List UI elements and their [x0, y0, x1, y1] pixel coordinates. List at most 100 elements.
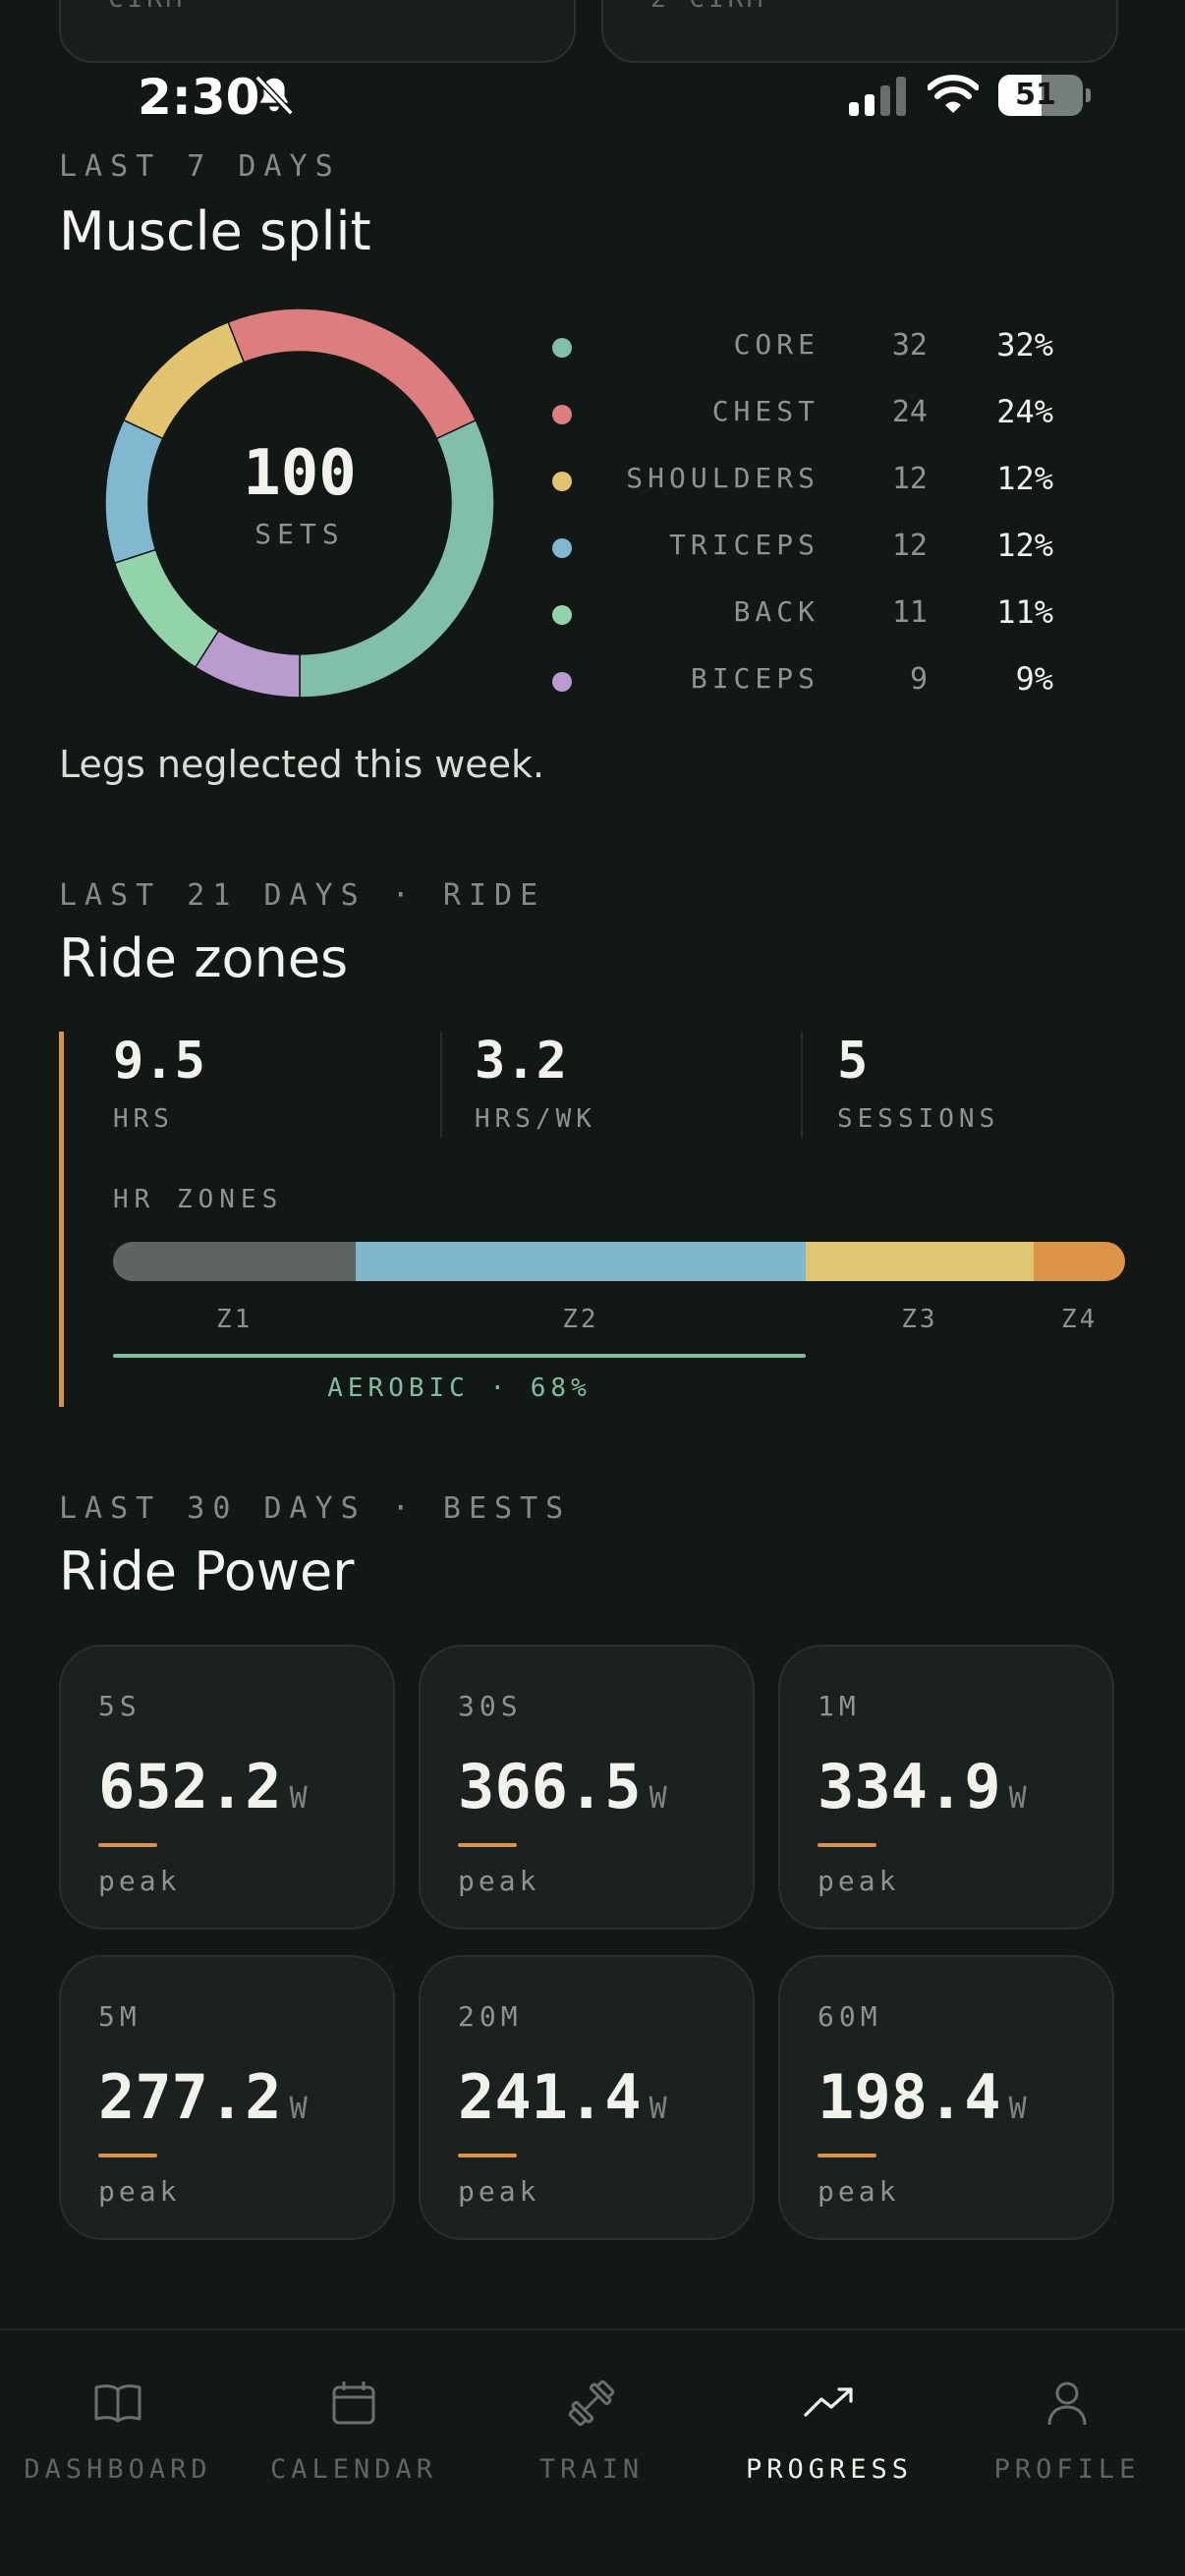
calendar-icon	[332, 2381, 375, 2425]
legend-pct: 12%	[996, 460, 1053, 497]
legend-pct: 12%	[996, 527, 1053, 564]
top-card-left[interactable]: CIRM	[59, 0, 576, 63]
donut-total-unit: SETS	[254, 518, 345, 550]
power-accent-line	[98, 2154, 157, 2157]
power-value-row: 652.2 W	[98, 1751, 308, 1822]
power-unit: W	[649, 1781, 667, 1816]
person-icon	[1047, 2381, 1087, 2426]
nav-dashboard[interactable]: DASHBOARD	[0, 2376, 236, 2485]
hr-zone-segment-z2	[356, 1242, 806, 1281]
legend-row-core: CORE 32 32%	[552, 314, 1053, 381]
nav-label: TRAIN	[538, 2454, 645, 2485]
stat-label: SESSIONS	[837, 1104, 1000, 1134]
top-card-right[interactable]: 2 CIRM	[601, 0, 1118, 63]
legend-row-shoulders: SHOULDERS 12 12%	[552, 448, 1053, 515]
nav-progress[interactable]: PROGRESS	[711, 2376, 947, 2485]
bell-off-icon	[254, 75, 294, 116]
power-duration: 1M	[818, 1690, 861, 1722]
legend-count: 9	[909, 662, 928, 697]
power-card-5m[interactable]: 5M 277.2 W peak	[59, 1955, 395, 2240]
legend-row-triceps: TRICEPS 12 12%	[552, 515, 1053, 582]
nav-profile[interactable]: PROFILE	[949, 2376, 1185, 2485]
legend-dot	[552, 538, 572, 558]
power-unit: W	[1008, 2092, 1027, 2126]
stat-sessions: 5 SESSIONS	[837, 1032, 999, 1134]
power-caption: peak	[458, 2175, 540, 2208]
stat-hours-per-week: 3.2 HRS/WK	[475, 1032, 596, 1134]
power-value-row: 334.9 W	[818, 1751, 1027, 1822]
power-card-20m[interactable]: 20M 241.4 W peak	[419, 1955, 755, 2240]
legend-row-biceps: BICEPS 9 9%	[552, 648, 1053, 715]
stat-label: HRS	[113, 1104, 174, 1134]
nav-calendar[interactable]: CALENDAR	[236, 2376, 472, 2485]
power-value-row: 241.4 W	[458, 2061, 667, 2133]
legend-dot	[552, 338, 572, 358]
power-value: 198.4	[818, 2061, 1001, 2133]
power-caption: peak	[818, 1865, 900, 1897]
legend-name: BACK	[733, 595, 819, 628]
legend-name: CHEST	[711, 395, 819, 427]
power-duration: 60M	[818, 2000, 882, 2033]
aerobic-range-line	[113, 1354, 806, 1358]
legend-pct: 24%	[996, 393, 1053, 430]
legend-name: SHOULDERS	[626, 462, 819, 494]
power-card-30s[interactable]: 30S 366.5 Wpeak	[419, 1645, 755, 1930]
stat-divider	[440, 1032, 442, 1138]
hr-zone-label: Z4	[1060, 1305, 1099, 1334]
donut-slice-chest	[227, 308, 478, 440]
power-value-row: 277.2 W	[98, 2061, 308, 2133]
stat-divider	[801, 1032, 803, 1138]
book-icon	[94, 2384, 141, 2423]
nav-label: CALENDAR	[269, 2454, 438, 2485]
hr-zone-label: Z2	[562, 1305, 599, 1334]
legend-count: 32	[891, 328, 928, 363]
ride-power-title: Ride Power	[59, 1540, 355, 1602]
aerobic-summary: AEROBIC · 68%	[327, 1373, 592, 1403]
donut-total-value: 100	[243, 437, 357, 510]
legend-name: TRICEPS	[668, 529, 819, 561]
ride-zones-title: Ride zones	[59, 927, 349, 989]
power-unit: W	[1008, 1781, 1027, 1816]
power-value: 366.5	[458, 1751, 642, 1822]
power-duration: 5M	[98, 2000, 141, 2033]
legend-row-back: BACK 11 11%	[552, 582, 1053, 648]
stat-value: 3.2	[475, 1032, 567, 1091]
legend-dot	[552, 405, 572, 424]
nav-train[interactable]: TRAIN	[474, 2376, 709, 2485]
power-value: 334.9	[818, 1751, 1001, 1822]
power-caption: peak	[98, 2175, 181, 2208]
hr-zone-label: Z3	[901, 1305, 938, 1334]
cellular-signal-icon	[849, 77, 906, 116]
power-accent-line	[458, 1843, 517, 1847]
power-duration: 20M	[458, 2000, 523, 2033]
donut-slice-back	[113, 548, 220, 669]
donut-slice-shoulders	[122, 320, 246, 440]
top-card-label: 2 CIRM	[650, 0, 766, 14]
power-card-1m[interactable]: 1M 334.9 Wpeak	[778, 1645, 1114, 1930]
hr-zone-segment-z3	[805, 1242, 1035, 1281]
legend-row-chest: CHEST 24 24%	[552, 381, 1053, 448]
muscle-note: Legs neglected this week.	[59, 743, 545, 786]
ride-zones-eyebrow: LAST 21 DAYS · RIDE	[59, 878, 546, 913]
legend-pct: 9%	[1015, 660, 1053, 698]
ride-zones-panel: 9.5 HRS 3.2 HRS/WK 5 SESSIONS HR ZONES Z…	[59, 1032, 1140, 1407]
legend-pct: 11%	[996, 593, 1053, 631]
power-accent-line	[458, 2154, 517, 2157]
legend-dot	[552, 605, 572, 625]
power-caption: peak	[458, 1865, 540, 1897]
ride-power-eyebrow: LAST 30 DAYS · BESTS	[59, 1491, 572, 1526]
hr-zones-label: HR ZONES	[113, 1185, 284, 1214]
power-card-60m[interactable]: 60M 198.4 Wpeak	[778, 1955, 1114, 2240]
legend-count: 12	[891, 462, 928, 496]
power-duration: 5S	[98, 1690, 141, 1722]
power-accent-line	[98, 1843, 157, 1847]
legend-name: BICEPS	[690, 662, 819, 695]
power-card-5s[interactable]: 5S 652.2 Wpeak	[59, 1645, 395, 1930]
legend-dot	[552, 672, 572, 692]
power-caption: peak	[818, 2175, 900, 2208]
donut-center: 100 SETS	[103, 437, 496, 550]
legend-pct: 32%	[996, 326, 1053, 364]
hr-zone-label: Z1	[215, 1305, 254, 1334]
muscle-split-eyebrow: LAST 7 DAYS	[59, 149, 341, 184]
hr-zone-segment-z1	[113, 1242, 357, 1281]
